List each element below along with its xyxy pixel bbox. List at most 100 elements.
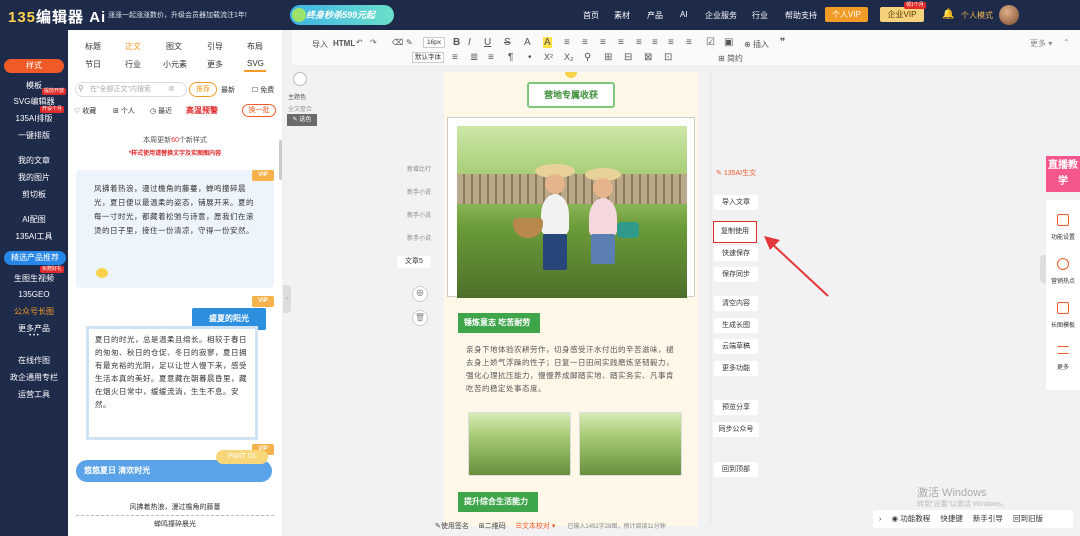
toolbar-html[interactable]: HTML [333,39,355,48]
nav-material[interactable]: 素材 [614,10,630,21]
simplify-button[interactable]: ⊞ 简约 [718,53,743,64]
clear-content-button[interactable]: 清空内容 [714,296,758,311]
avatar[interactable] [999,5,1019,25]
style-card-2[interactable]: VIP 盛夏的阳光 夏日的时光，总是温柔且绵长。相较于春日的匆匆、秋日的仓促、冬… [76,296,274,446]
tab-festival[interactable]: 节日 [85,59,101,70]
add-article-icon[interactable]: ⊕ [412,286,428,302]
nav-enterprise[interactable]: 企业服务 [705,10,737,21]
theme-color-icon[interactable] [293,72,307,86]
superscript-icon[interactable]: X² [544,52,553,62]
recommend-toggle[interactable]: 推荐 [189,82,217,97]
user-mode[interactable]: 个人模式 [961,10,993,21]
old-version-link[interactable]: 回到旧版 [1013,514,1043,523]
premium-link[interactable]: 高温预警 [186,105,218,116]
panel-scrollbar[interactable] [279,140,282,180]
thumbnail-photo-1[interactable] [468,412,571,476]
sidebar-item-clipboard[interactable]: 剪切板 [0,189,68,200]
paragraph-icon[interactable]: ¶ [508,52,513,63]
font-color-icon[interactable]: A [524,37,531,48]
signature-button[interactable]: ✎使用签名 [435,523,469,530]
section-tag-1[interactable]: 锤炼意志 吃苦耐劳 [458,313,541,333]
filter-recent[interactable]: ◷ 最近 [150,106,172,116]
import-article-button[interactable]: 导入文章 [714,195,758,210]
shortcuts-link[interactable]: 快捷键 [940,514,963,523]
long-image-templates[interactable]: 长图模板 [1046,320,1080,329]
clear-icon[interactable]: ⊗ [168,84,175,93]
tab-guide[interactable]: 引导 [207,41,223,52]
nav-ai[interactable]: AI [680,10,688,19]
promo-banner[interactable]: 终身秒杀599元起 [290,5,394,25]
italic-icon[interactable]: I [468,37,471,48]
article-title[interactable]: 营地专属收获 [527,82,615,108]
free-checkbox[interactable]: ☐ 免费 [252,85,274,95]
function-settings[interactable]: 功能设置 [1046,232,1080,241]
article-body[interactable]: 亲身下地体验农耕劳作，切身感受汗水付出的辛苦滋味，褪去身上娇气浮躁的性子；日复一… [466,343,680,395]
tab-industry[interactable]: 行业 [125,59,141,70]
underline-icon[interactable]: U [484,37,491,48]
latest-toggle[interactable]: 最新 [221,85,235,95]
canvas-scrollbar[interactable] [709,72,712,526]
align-left-icon[interactable]: ≡ [564,37,570,48]
cloud-draft-button[interactable]: 云端草稿 [714,339,758,354]
quote-icon[interactable]: ❞ [780,37,785,48]
garden-photo[interactable] [457,126,687,298]
tab-image-text[interactable]: 图文 [166,41,182,52]
pick-color-button[interactable]: ✎ 选色 [287,114,317,126]
personal-vip-button[interactable]: 个人VIP [825,7,868,22]
logo[interactable]: 135编辑器 Ai [8,6,106,27]
bullet-icon[interactable]: • [528,52,532,63]
sidebar-item-one-click[interactable]: 一键排版 [0,130,68,141]
notice-text[interactable]: 涨涨一起涨涨数价，升级会员器加载流注1年! [108,10,247,20]
sidebar-item-ai-tools[interactable]: 135AI工具 [0,231,68,242]
style-card-3[interactable]: VIP 悠悠夏日 清欢时光 PART 01 风拂着热浪，漫过檐角的藤蔓 蝉鸣撞碎… [76,444,274,536]
marketing-hotspots[interactable]: 营销热点 [1046,276,1080,285]
table-row-icon[interactable]: ⊟ [624,52,632,63]
gen-long-image-button[interactable]: 生成长图 [714,318,758,333]
history-item[interactable]: 新手小说 [406,187,432,196]
section-tag-2[interactable]: 提升综合生活能力 [458,492,538,512]
line-height-icon[interactable]: ≡ [668,37,674,48]
sync-wechat-button[interactable]: 同步公众号 [713,422,759,437]
tab-elements[interactable]: 小元素 [163,59,187,70]
sidebar-item-ops-tools[interactable]: 运营工具 [0,389,68,400]
collapse-toolbar-icon[interactable]: ⌃ [1063,38,1070,47]
format-brush-icon[interactable]: ✎ [406,38,413,47]
bold-icon[interactable]: B [453,37,460,48]
checkbox-icon[interactable]: ☑ [706,37,715,48]
save-sync-button[interactable]: 保存同步 [714,267,758,282]
style-card-1[interactable]: VIP 风拂着热浪，漫过檐角的藤蔓，蝉鸣撞碎晨光，夏日便以最温柔的姿态，铺展开来… [76,170,274,288]
redo-icon[interactable]: ↷ [370,38,377,47]
tab-more[interactable]: 更多 [207,59,223,70]
image-icon[interactable]: ▣ [724,37,733,48]
live-teaching-banner[interactable]: 直播教学 [1046,156,1080,192]
spacing-icon[interactable]: ≡ [686,37,692,48]
align-justify-icon[interactable]: ≡ [618,37,624,48]
back-to-top-button[interactable]: 回到顶部 [714,462,758,477]
sidebar-item-style[interactable]: 样式 [4,59,64,73]
filter-favorite[interactable]: ♡ 收藏 [74,106,96,116]
table-icon[interactable]: ⊞ [604,52,612,63]
table-merge-icon[interactable]: ⊡ [664,52,672,63]
nav-product[interactable]: 产品 [647,10,663,21]
outdent-icon[interactable]: ≡ [652,37,658,48]
delete-article-icon[interactable]: 🗑 [412,310,428,326]
link-icon[interactable]: ⚲ [584,52,591,63]
sidebar-item-my-articles[interactable]: 我的文章 [0,155,68,166]
sidebar-item-ai-layout[interactable]: 135AI排版 [0,113,68,124]
history-item[interactable]: 新手小说 [406,210,432,219]
tab-svg[interactable]: SVG [247,59,264,68]
sidebar-item-my-images[interactable]: 我的图片 [0,172,68,183]
preview-share-button[interactable]: 预览分享 [714,400,758,415]
list-icon[interactable]: ≣ [470,52,478,63]
history-item[interactable]: 新增比行 [406,164,432,173]
tab-title[interactable]: 标题 [85,41,101,52]
more-functions-button[interactable]: 更多功能 [714,361,758,376]
chevron-right-icon[interactable]: › [879,514,882,523]
beginner-guide-link[interactable]: 新手引导 [973,514,1003,523]
font-size-select[interactable]: 16px [423,37,445,48]
collapse-handle[interactable]: ‹ [283,285,291,313]
sidebar-item-gen-video[interactable]: 生图生视频 [0,273,68,284]
align-right-icon[interactable]: ≡ [600,37,606,48]
tutorial-link[interactable]: ◉ 功能教程 [892,514,931,523]
sidebar-item-gov[interactable]: 政企通用专栏 [0,372,68,383]
